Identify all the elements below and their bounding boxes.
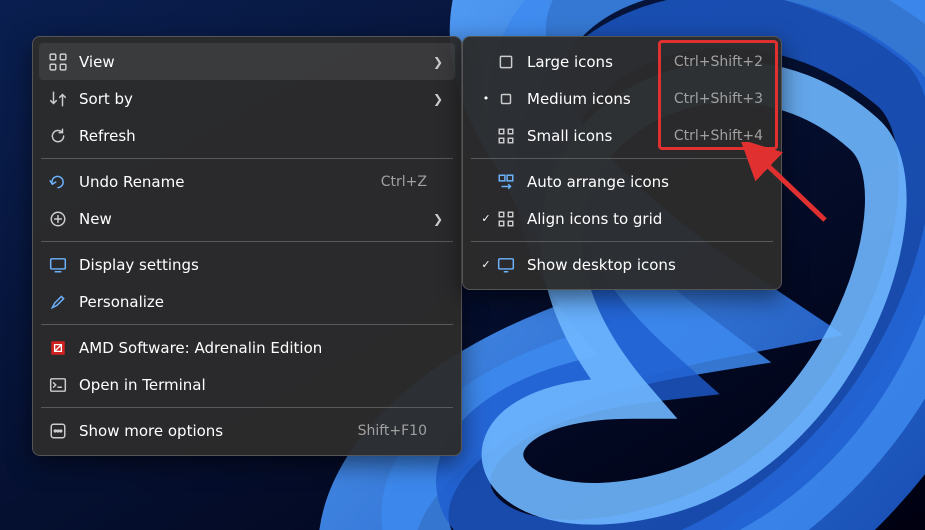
menu-item-shortcut: Shift+F10	[358, 423, 427, 439]
menu-item-label: Personalize	[79, 293, 427, 311]
submenu-item-label: Align icons to grid	[527, 210, 763, 228]
menu-separator	[41, 324, 453, 325]
menu-separator	[471, 158, 773, 159]
menu-item-show-more-options[interactable]: Show more options Shift+F10	[39, 412, 455, 449]
menu-item-display-settings[interactable]: Display settings	[39, 246, 455, 283]
menu-item-label: Open in Terminal	[79, 376, 427, 394]
submenu-item-small-icons[interactable]: Small icons Ctrl+Shift+4	[469, 117, 775, 154]
menu-item-refresh[interactable]: Refresh	[39, 117, 455, 154]
submenu-item-label: Auto arrange icons	[527, 173, 763, 191]
submenu-item-label: Show desktop icons	[527, 256, 763, 274]
amd-logo-icon	[47, 337, 69, 359]
bullet-indicator: •	[477, 92, 495, 105]
menu-item-label: Display settings	[79, 256, 427, 274]
menu-item-label: View	[79, 53, 427, 71]
terminal-icon	[47, 374, 69, 396]
menu-item-label: Undo Rename	[79, 173, 371, 191]
small-icons-icon	[495, 125, 517, 147]
submenu-item-shortcut: Ctrl+Shift+2	[674, 54, 763, 70]
chevron-right-icon: ❯	[427, 55, 443, 69]
menu-item-label: New	[79, 210, 427, 228]
submenu-item-label: Medium icons	[527, 90, 664, 108]
refresh-icon	[47, 125, 69, 147]
submenu-item-shortcut: Ctrl+Shift+4	[674, 128, 763, 144]
submenu-item-show-desktop-icons[interactable]: ✓ Show desktop icons	[469, 246, 775, 283]
submenu-item-label: Small icons	[527, 127, 664, 145]
chevron-right-icon: ❯	[427, 92, 443, 106]
context-menu: View ❯ Sort by ❯ Refresh Undo Rename Ctr…	[32, 36, 462, 456]
submenu-item-shortcut: Ctrl+Shift+3	[674, 91, 763, 107]
plus-circle-icon	[47, 208, 69, 230]
menu-item-sort-by[interactable]: Sort by ❯	[39, 80, 455, 117]
menu-separator	[471, 241, 773, 242]
menu-item-undo-rename[interactable]: Undo Rename Ctrl+Z	[39, 163, 455, 200]
menu-separator	[41, 407, 453, 408]
desktop-icon	[495, 254, 517, 276]
menu-separator	[41, 158, 453, 159]
large-icons-icon	[495, 51, 517, 73]
view-submenu: Large icons Ctrl+Shift+2 • Medium icons …	[462, 36, 782, 290]
monitor-icon	[47, 254, 69, 276]
align-grid-icon	[495, 208, 517, 230]
menu-item-new[interactable]: New ❯	[39, 200, 455, 237]
paintbrush-icon	[47, 291, 69, 313]
check-indicator: ✓	[477, 258, 495, 271]
medium-icons-icon	[495, 88, 517, 110]
menu-item-amd-software[interactable]: AMD Software: Adrenalin Edition	[39, 329, 455, 366]
menu-item-label: AMD Software: Adrenalin Edition	[79, 339, 427, 357]
menu-item-label: Refresh	[79, 127, 427, 145]
sort-icon	[47, 88, 69, 110]
menu-item-label: Show more options	[79, 422, 348, 440]
menu-item-view[interactable]: View ❯	[39, 43, 455, 80]
menu-item-shortcut: Ctrl+Z	[381, 174, 427, 190]
menu-item-personalize[interactable]: Personalize	[39, 283, 455, 320]
submenu-item-large-icons[interactable]: Large icons Ctrl+Shift+2	[469, 43, 775, 80]
grid-icon	[47, 51, 69, 73]
menu-item-open-terminal[interactable]: Open in Terminal	[39, 366, 455, 403]
menu-item-label: Sort by	[79, 90, 427, 108]
menu-separator	[41, 241, 453, 242]
submenu-item-auto-arrange[interactable]: Auto arrange icons	[469, 163, 775, 200]
more-options-icon	[47, 420, 69, 442]
auto-arrange-icon	[495, 171, 517, 193]
submenu-item-medium-icons[interactable]: • Medium icons Ctrl+Shift+3	[469, 80, 775, 117]
submenu-item-label: Large icons	[527, 53, 664, 71]
check-indicator: ✓	[477, 212, 495, 225]
submenu-item-align-to-grid[interactable]: ✓ Align icons to grid	[469, 200, 775, 237]
chevron-right-icon: ❯	[427, 212, 443, 226]
undo-icon	[47, 171, 69, 193]
